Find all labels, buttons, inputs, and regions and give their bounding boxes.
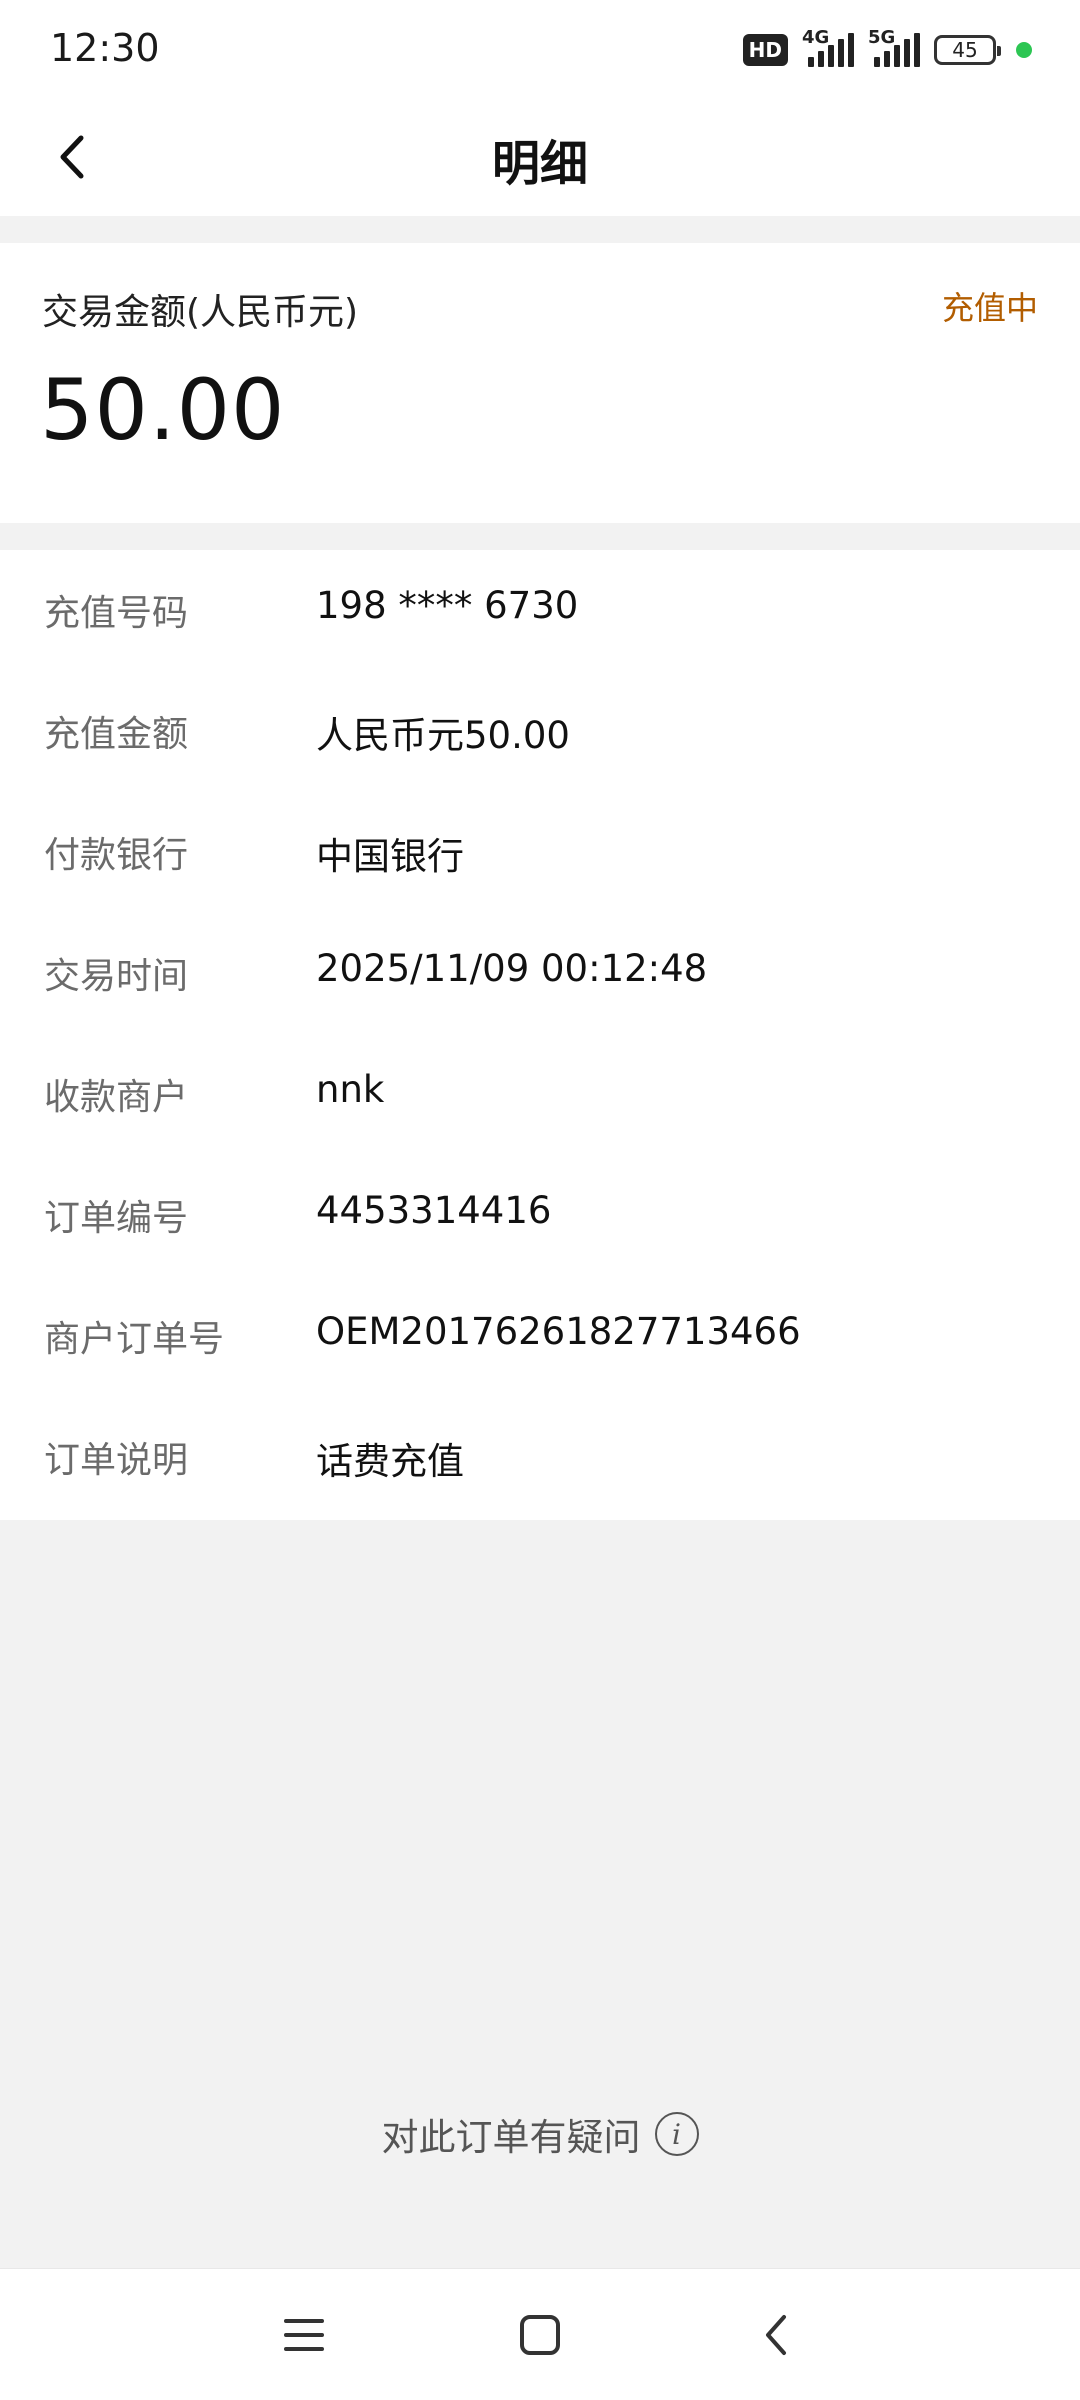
detail-row-order-id: 订单编号 4453314416 — [0, 1175, 1080, 1255]
detail-row-bank: 付款银行 中国银行 — [0, 812, 1080, 892]
info-icon[interactable]: i — [654, 2112, 699, 2156]
detail-value: nnk — [316, 1068, 385, 1111]
detail-row-phone: 充值号码 198 **** 6730 — [0, 570, 1080, 650]
home-icon — [520, 2315, 560, 2355]
signal-bar — [874, 57, 880, 67]
amount-card: 交易金额(人民币元) 充值中 50.00 — [0, 243, 1080, 523]
detail-value: 人民币元50.00 — [316, 714, 570, 757]
signal-bar — [808, 57, 814, 67]
back-icon — [766, 2315, 786, 2355]
detail-label: 订单说明 — [44, 1440, 189, 1481]
system-back-button[interactable] — [736, 2295, 816, 2375]
status-bar: 12:30 HD 4G 5G 45 — [0, 0, 1080, 100]
home-button[interactable] — [500, 2295, 580, 2375]
detail-row-amount: 充值金额 人民币元50.00 — [0, 691, 1080, 771]
signal-bar — [838, 39, 844, 67]
system-nav-bar — [0, 2268, 1080, 2400]
signal-bar — [894, 45, 900, 67]
detail-value: OEM20176261827713466 — [316, 1310, 801, 1353]
signal-bar — [848, 33, 854, 67]
order-question-link[interactable]: 对此订单有疑问 i — [0, 2104, 1080, 2164]
signal-4g-icon: 4G — [802, 27, 854, 67]
signal-5g-label: 5G — [868, 27, 896, 48]
detail-row-merchant-order-id: 商户订单号 OEM20176261827713466 — [0, 1296, 1080, 1376]
detail-label: 收款商户 — [44, 1077, 189, 1118]
recent-apps-button[interactable] — [264, 2295, 344, 2375]
detail-value: 198 **** 6730 — [316, 584, 579, 627]
signal-bar — [884, 51, 890, 67]
status-time: 12:30 — [50, 26, 160, 70]
signal-4g-label: 4G — [802, 27, 830, 48]
detail-row-description: 订单说明 话费充值 — [0, 1417, 1080, 1497]
detail-label: 付款银行 — [44, 835, 189, 876]
screen: 12:30 HD 4G 5G 45 明细 交易金额(人民币元) 充值中 50.0… — [0, 0, 1080, 2400]
detail-value: 4453314416 — [316, 1189, 552, 1232]
signal-bar — [828, 45, 834, 67]
detail-value: 中国银行 — [316, 835, 464, 878]
detail-row-time: 交易时间 2025/11/09 00:12:48 — [0, 933, 1080, 1013]
status-badge: 充值中 — [941, 289, 1038, 327]
app-header: 明细 — [0, 100, 1080, 216]
battery-icon: 45 — [934, 35, 1001, 65]
detail-label: 交易时间 — [44, 956, 189, 997]
detail-label: 商户订单号 — [44, 1319, 225, 1360]
detail-label: 充值号码 — [44, 593, 189, 634]
privacy-indicator-dot — [1016, 42, 1032, 58]
hd-badge: HD — [742, 34, 788, 66]
detail-row-merchant: 收款商户 nnk — [0, 1054, 1080, 1134]
detail-value: 话费充值 — [316, 1440, 464, 1483]
page-title: 明细 — [491, 136, 588, 192]
signal-5g-icon: 5G — [868, 27, 920, 67]
order-question-text: 对此订单有疑问 — [381, 2116, 641, 2159]
amount-value: 50.00 — [40, 361, 286, 459]
amount-label: 交易金额(人民币元) — [42, 292, 359, 333]
detail-label: 订单编号 — [44, 1198, 189, 1239]
signal-bar — [818, 51, 824, 67]
battery-level: 45 — [952, 38, 978, 62]
signal-bar — [914, 33, 920, 67]
detail-label: 充值金额 — [44, 714, 189, 755]
detail-list: 充值号码 198 **** 6730 充值金额 人民币元50.00 付款银行 中… — [0, 550, 1080, 1520]
signal-bar — [904, 39, 910, 67]
status-icons: HD 4G 5G 45 — [742, 27, 1032, 70]
menu-icon — [284, 2319, 324, 2351]
detail-value: 2025/11/09 00:12:48 — [316, 947, 708, 990]
